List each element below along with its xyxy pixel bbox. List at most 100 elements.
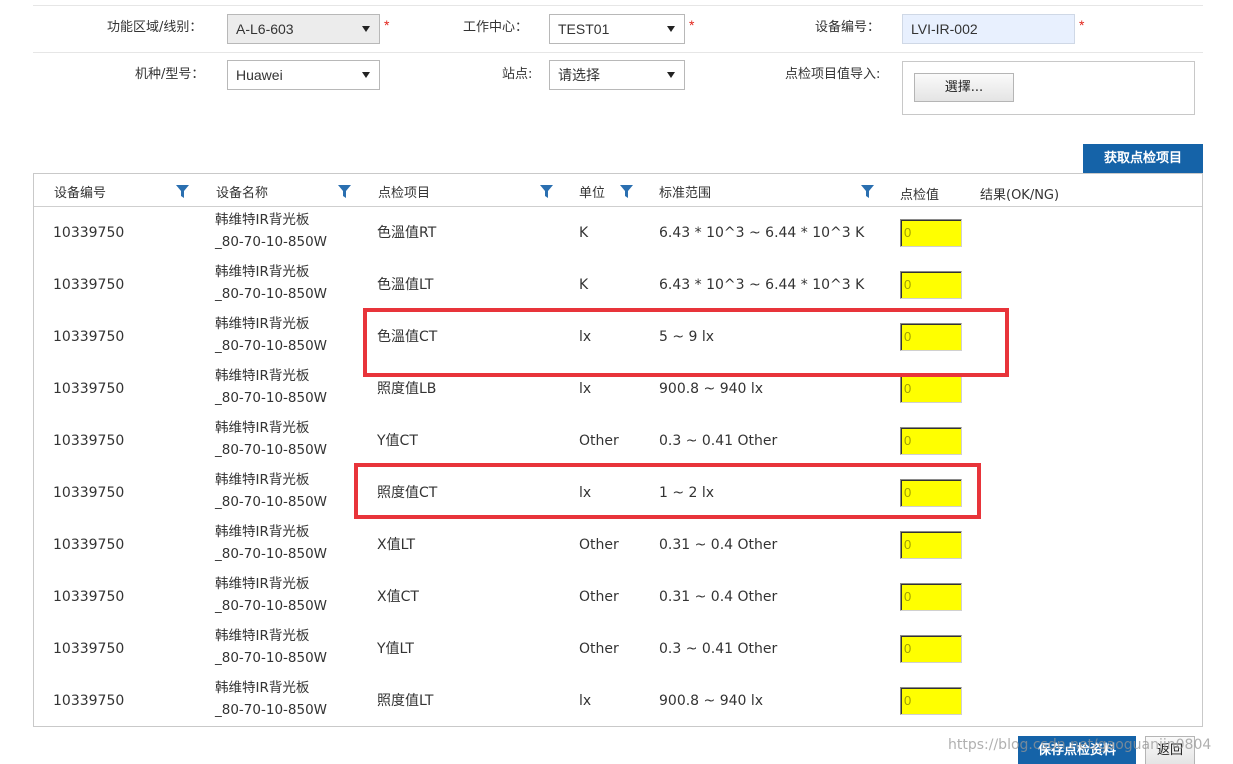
cell-equipment-no: 10339750 bbox=[53, 225, 125, 241]
cell-standard-range: 0.3 ~ 0.41 Other bbox=[659, 433, 778, 449]
check-value-input[interactable]: 0 bbox=[900, 687, 962, 715]
cell-equipment-name-line1: 韩维特IR背光板 bbox=[215, 628, 310, 644]
chevron-down-icon bbox=[667, 26, 675, 32]
cell-standard-range: 6.43 * 10^3 ~ 6.44 * 10^3 K bbox=[659, 225, 865, 241]
cell-check-item: 照度值LB bbox=[377, 381, 437, 397]
cell-unit: Other bbox=[579, 641, 619, 657]
cell-equipment-no: 10339750 bbox=[53, 277, 125, 293]
table-row[interactable]: 10339750 韩维特IR背光板 _80-70-10-850W 照度值LT l… bbox=[34, 675, 1202, 727]
equipment-no-value: LVI-IR-002 bbox=[911, 21, 978, 37]
cell-equipment-name-line2: _80-70-10-850W bbox=[215, 442, 328, 458]
grid-header: 设备编号 设备名称 点检项目 单位 标准范围 点检值 结果(OK/NG) bbox=[34, 174, 1202, 207]
cell-check-item: X值CT bbox=[377, 589, 419, 605]
cell-unit: lx bbox=[579, 381, 592, 397]
cell-equipment-name-line1: 韩维特IR背光板 bbox=[215, 420, 310, 436]
equipment-no-field[interactable]: LVI-IR-002 bbox=[902, 14, 1075, 44]
column-header-equipment-name[interactable]: 设备名称 bbox=[216, 182, 268, 201]
cell-equipment-no: 10339750 bbox=[53, 641, 125, 657]
cell-equipment-no: 10339750 bbox=[53, 329, 125, 345]
check-value-input[interactable]: 0 bbox=[900, 271, 962, 299]
cell-standard-range: 0.31 ~ 0.4 Other bbox=[659, 589, 778, 605]
cell-equipment-no: 10339750 bbox=[53, 589, 125, 605]
area-select[interactable]: A-L6-603 bbox=[227, 14, 380, 44]
station-select-value: 请选择 bbox=[558, 67, 600, 83]
cell-equipment-name-line1: 韩维特IR背光板 bbox=[215, 472, 310, 488]
model-select-value: Huawei bbox=[236, 67, 283, 83]
cell-standard-range: 900.8 ~ 940 lx bbox=[659, 381, 764, 397]
station-select[interactable]: 请选择 bbox=[549, 60, 685, 90]
column-header-check-item[interactable]: 点检项目 bbox=[378, 182, 430, 201]
work-center-select-value: TEST01 bbox=[558, 21, 610, 37]
cell-check-item: 照度值LT bbox=[377, 693, 434, 709]
column-header-check-value[interactable]: 点检值 bbox=[900, 184, 939, 203]
cell-equipment-name-line2: _80-70-10-850W bbox=[215, 494, 328, 510]
chevron-down-icon bbox=[362, 72, 370, 78]
check-value-input[interactable]: 0 bbox=[900, 583, 962, 611]
filter-icon[interactable] bbox=[176, 185, 189, 198]
cell-equipment-name-line2: _80-70-10-850W bbox=[215, 338, 328, 354]
check-value-input[interactable]: 0 bbox=[900, 219, 962, 247]
cell-unit: Other bbox=[579, 537, 619, 553]
cell-unit: K bbox=[579, 225, 589, 241]
table-row[interactable]: 10339750 韩维特IR背光板 _80-70-10-850W 色溫值LT K… bbox=[34, 259, 1202, 311]
cell-equipment-no: 10339750 bbox=[53, 381, 125, 397]
model-select[interactable]: Huawei bbox=[227, 60, 380, 90]
form-row-divider bbox=[33, 52, 1203, 53]
form-top-divider bbox=[33, 5, 1203, 6]
filter-icon[interactable] bbox=[338, 185, 351, 198]
area-required-mark: * bbox=[384, 17, 390, 33]
filter-icon[interactable] bbox=[620, 185, 633, 198]
area-select-value: A-L6-603 bbox=[236, 21, 294, 37]
table-row[interactable]: 10339750 韩维特IR背光板 _80-70-10-850W Y值LT Ot… bbox=[34, 623, 1202, 675]
cell-equipment-name-line1: 韩维特IR背光板 bbox=[215, 524, 310, 540]
cell-equipment-name-line2: _80-70-10-850W bbox=[215, 702, 328, 718]
cell-standard-range: 0.31 ~ 0.4 Other bbox=[659, 537, 778, 553]
cell-equipment-name-line1: 韩维特IR背光板 bbox=[215, 576, 310, 592]
cell-equipment-name-line2: _80-70-10-850W bbox=[215, 390, 328, 406]
check-value-input[interactable]: 0 bbox=[900, 427, 962, 455]
equipment-no-label: 设备编号： bbox=[815, 20, 881, 35]
table-row[interactable]: 10339750 韩维特IR背光板 _80-70-10-850W X值LT Ot… bbox=[34, 519, 1202, 571]
cell-unit: Other bbox=[579, 589, 619, 605]
cell-unit: K bbox=[579, 277, 589, 293]
save-check-data-button[interactable]: 保存点检资料 bbox=[1018, 736, 1136, 764]
cell-equipment-name-line2: _80-70-10-850W bbox=[215, 234, 328, 250]
cell-equipment-name-line1: 韩维特IR背光板 bbox=[215, 316, 310, 332]
choose-file-button[interactable]: 選擇... bbox=[914, 73, 1014, 102]
check-value-input[interactable]: 0 bbox=[900, 375, 962, 403]
import-label: 点检项目值导入: bbox=[785, 67, 881, 82]
cell-unit: Other bbox=[579, 433, 619, 449]
cell-equipment-no: 10339750 bbox=[53, 537, 125, 553]
column-header-equipment-no[interactable]: 设备编号 bbox=[54, 182, 106, 201]
equipment-no-required-mark: * bbox=[1079, 17, 1085, 33]
cell-equipment-name-line1: 韩维特IR背光板 bbox=[215, 368, 310, 384]
filter-icon[interactable] bbox=[540, 185, 553, 198]
check-value-input[interactable]: 0 bbox=[900, 531, 962, 559]
cell-equipment-no: 10339750 bbox=[53, 433, 125, 449]
work-center-label: 工作中心： bbox=[463, 20, 529, 35]
station-label: 站点: bbox=[502, 67, 533, 82]
check-value-input[interactable]: 0 bbox=[900, 635, 962, 663]
cell-equipment-name-line2: _80-70-10-850W bbox=[215, 598, 328, 614]
column-header-unit[interactable]: 单位 bbox=[579, 182, 605, 201]
cell-unit: lx bbox=[579, 693, 592, 709]
cell-equipment-name-line1: 韩维特IR背光板 bbox=[215, 212, 310, 228]
cell-check-item: Y值CT bbox=[377, 433, 418, 449]
model-label: 机种/型号： bbox=[135, 67, 205, 82]
cell-check-item: 色溫值RT bbox=[377, 225, 437, 241]
table-row[interactable]: 10339750 韩维特IR背光板 _80-70-10-850W 色溫值RT K… bbox=[34, 207, 1202, 259]
column-header-standard-range[interactable]: 标准范围 bbox=[659, 182, 711, 201]
fetch-check-items-button[interactable]: 获取点检项目 bbox=[1083, 144, 1203, 173]
back-button[interactable]: 返回 bbox=[1145, 736, 1195, 764]
filter-icon[interactable] bbox=[861, 185, 874, 198]
check-items-grid: 设备编号 设备名称 点检项目 单位 标准范围 点检值 结果(OK/NG) 103… bbox=[33, 173, 1203, 727]
cell-equipment-name-line2: _80-70-10-850W bbox=[215, 286, 328, 302]
column-header-result[interactable]: 结果(OK/NG) bbox=[980, 184, 1059, 203]
cell-equipment-no: 10339750 bbox=[53, 693, 125, 709]
cell-check-item: 色溫值LT bbox=[377, 277, 434, 293]
work-center-select[interactable]: TEST01 bbox=[549, 14, 685, 44]
table-row[interactable]: 10339750 韩维特IR背光板 _80-70-10-850W Y值CT Ot… bbox=[34, 415, 1202, 467]
table-row[interactable]: 10339750 韩维特IR背光板 _80-70-10-850W X值CT Ot… bbox=[34, 571, 1202, 623]
cell-standard-range: 0.3 ~ 0.41 Other bbox=[659, 641, 778, 657]
cell-equipment-name-line1: 韩维特IR背光板 bbox=[215, 264, 310, 280]
